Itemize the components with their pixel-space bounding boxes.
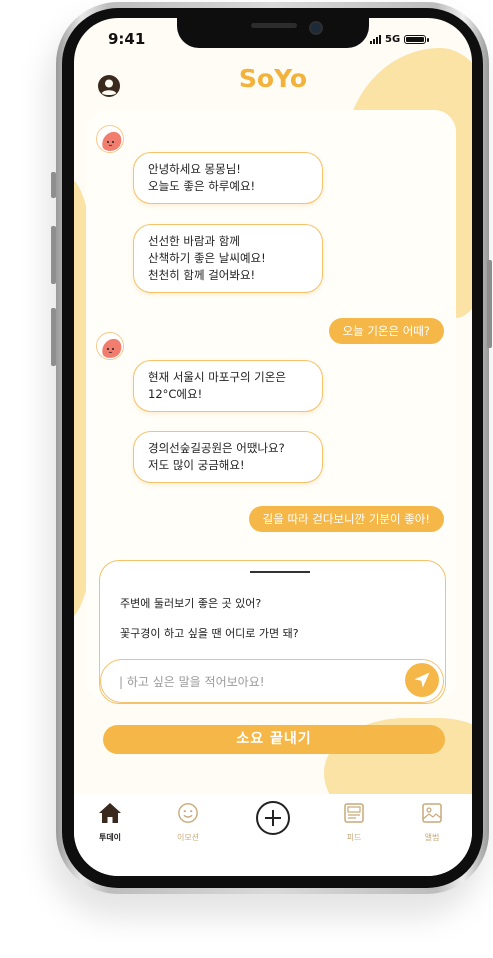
suggestion-item[interactable]: 꽃구경이 하고 싶을 땐 어디로 가면 돼? bbox=[120, 625, 299, 641]
user-message: 길을 따라 걷다보니깐 기분이 좋아! bbox=[248, 506, 444, 532]
volume-down-button bbox=[51, 308, 56, 366]
suggestion-item[interactable]: 주변에 둘러보기 좋은 곳 있어? bbox=[120, 595, 261, 611]
nav-item-today[interactable]: 투데이 bbox=[82, 802, 138, 843]
battery-icon bbox=[404, 35, 430, 44]
status-indicators: 5G bbox=[370, 34, 430, 45]
nav-item-feed[interactable]: 피드 bbox=[326, 802, 382, 843]
nav-item-emotion[interactable]: 이모션 bbox=[160, 802, 216, 843]
bot-avatar bbox=[96, 125, 124, 153]
bot-message: 현재 서울시 마포구의 기온은 12°C에요! bbox=[133, 360, 323, 412]
smiley-icon bbox=[178, 803, 198, 823]
user-message: 오늘 기온은 어때? bbox=[328, 318, 444, 344]
drag-handle[interactable] bbox=[250, 571, 310, 573]
mute-switch bbox=[51, 172, 56, 198]
message-input-bar bbox=[100, 659, 444, 703]
image-icon bbox=[422, 803, 442, 823]
app-logo: SoYo bbox=[238, 64, 308, 93]
feed-icon bbox=[344, 803, 364, 823]
network-label: 5G bbox=[385, 34, 401, 45]
status-time: 9:41 bbox=[108, 30, 146, 48]
suggestion-panel: 주변에 둘러보기 좋은 곳 있어? 꽃구경이 하고 싶을 땐 어디로 가면 돼? bbox=[99, 560, 446, 704]
bot-message: 선선한 바람과 함께 산책하기 좋은 날씨예요! 천천히 함께 걸어봐요! bbox=[133, 224, 323, 293]
home-icon bbox=[99, 803, 121, 823]
notch bbox=[177, 18, 369, 48]
message-input[interactable] bbox=[117, 670, 391, 694]
bot-avatar bbox=[96, 332, 124, 360]
end-walk-button[interactable]: 소요 끝내기 bbox=[103, 725, 445, 754]
signal-icon bbox=[370, 35, 381, 44]
app-screen: 9:41 5G SoYo 안녕하세요 몽몽님! 오늘도 좋은 하루예요! 선선한… bbox=[74, 18, 472, 876]
speaker bbox=[251, 23, 297, 28]
bot-message: 안녕하세요 몽몽님! 오늘도 좋은 하루예요! bbox=[133, 152, 323, 204]
send-icon bbox=[414, 672, 430, 688]
camera bbox=[309, 21, 323, 35]
send-button[interactable] bbox=[405, 663, 439, 697]
bot-message: 경의선숲길공원은 어땠나요? 저도 많이 궁금해요! bbox=[133, 431, 323, 483]
bottom-nav: 투데이 이모션 피드 앨범 bbox=[74, 794, 472, 876]
plus-circle-icon bbox=[256, 801, 290, 835]
nav-item-add[interactable] bbox=[245, 800, 301, 840]
power-button bbox=[487, 260, 492, 348]
nav-item-album[interactable]: 앨범 bbox=[404, 802, 460, 843]
volume-up-button bbox=[51, 226, 56, 284]
